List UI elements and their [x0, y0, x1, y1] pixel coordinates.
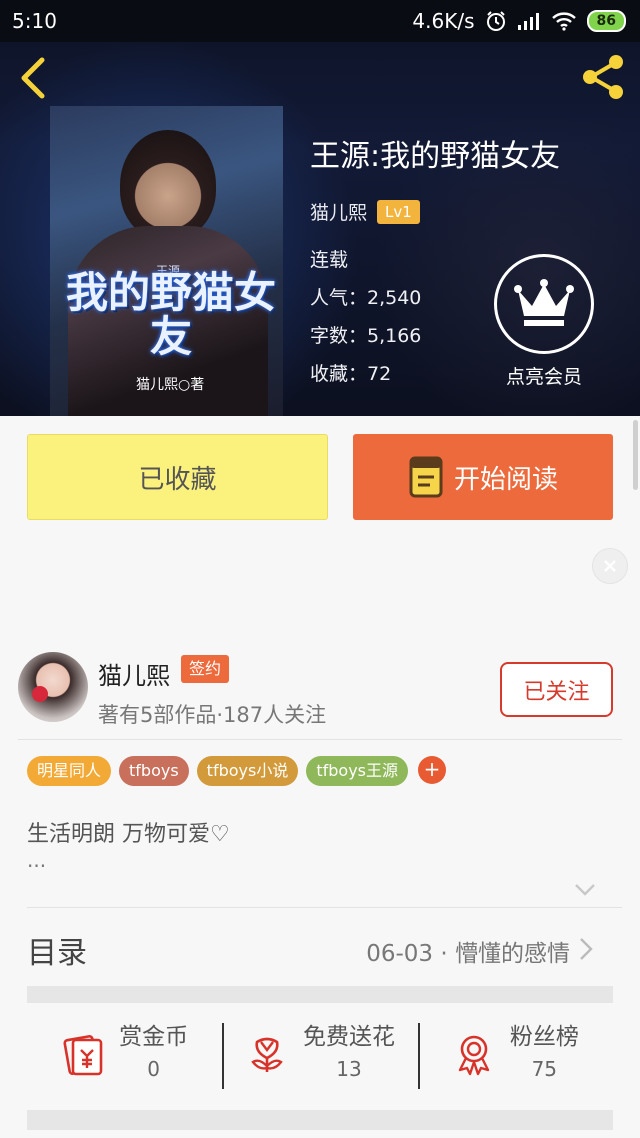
back-button[interactable]: [14, 54, 54, 102]
fan-ranking-stat[interactable]: 粉丝榜 75: [417, 1013, 613, 1095]
cover-author: 猫儿熙○著: [136, 377, 205, 393]
network-speed: 4.6K/s: [412, 9, 475, 33]
book-author-row: 猫儿熙 Lv1: [310, 198, 560, 225]
toc-open-button[interactable]: [578, 936, 594, 962]
close-icon: [604, 560, 616, 572]
author-name[interactable]: 猫儿熙: [98, 656, 170, 691]
start-reading-button[interactable]: 开始阅读: [353, 434, 613, 520]
stat-label: 赏金币: [119, 1024, 189, 1050]
reward-coins-text: 赏金币 0: [119, 1022, 188, 1086]
crown-icon: [514, 279, 574, 326]
book-detail-body: 已收藏 开始阅读 猫儿熙 签约 著有5部作品·187人关注 已关注 明星同人 t…: [0, 416, 640, 1138]
chevron-left-icon: [21, 57, 45, 99]
signal-icon: [517, 13, 539, 30]
medal-icon: [458, 1035, 490, 1076]
author-stats: 著有5部作品·187人关注: [98, 703, 327, 727]
collected-label: 已收藏: [138, 464, 217, 495]
book-icon: [409, 456, 443, 498]
stat-value: 0: [147, 1057, 161, 1081]
tag-item[interactable]: tfboys小说: [196, 756, 299, 786]
stat-value: 13: [336, 1057, 362, 1081]
start-reading-label: 开始阅读: [453, 464, 558, 495]
expand-bio-button[interactable]: [574, 882, 596, 896]
send-flowers-text: 免费送花 13: [303, 1022, 395, 1086]
tag-item[interactable]: 明星同人: [27, 756, 112, 786]
flower-icon: [251, 1037, 283, 1072]
add-tag-button[interactable]: +: [418, 756, 447, 784]
stat-label: 粉丝榜: [509, 1024, 579, 1050]
collected-button[interactable]: 已收藏: [27, 434, 328, 520]
vip-circle: [494, 254, 594, 354]
stat-value: 75: [531, 1057, 558, 1081]
toc-latest-chapter[interactable]: 06-03 · 懵懂的感情: [366, 934, 570, 968]
chevron-right-icon: [580, 938, 593, 960]
tag-list: 明星同人 tfboys tfboys小说 tfboys王源 +: [27, 756, 447, 786]
reader-stats: 赏金币 0 免费送花 13 粉丝榜 75: [27, 1013, 613, 1095]
signed-badge: 签约: [181, 655, 230, 683]
tag-item[interactable]: tfboys王源: [306, 756, 409, 786]
book-header: 5:10 4.6K/s 86 王源 我的野猫女友 猫儿熙○著 王源:我的野猫女友…: [0, 0, 640, 416]
share-button[interactable]: [578, 52, 628, 102]
author-avatar[interactable]: [18, 652, 88, 722]
vip-button[interactable]: 点亮会员: [494, 254, 594, 389]
cover-title: 我的野猫女友: [66, 268, 277, 361]
alarm-icon: [486, 11, 505, 31]
book-cover[interactable]: 王源 我的野猫女友 猫儿熙○著: [50, 106, 283, 416]
follow-button[interactable]: 已关注: [500, 662, 613, 717]
section-separator: [27, 986, 613, 1003]
tag-item[interactable]: tfboys: [119, 756, 189, 786]
cover-figure-head: [120, 130, 216, 240]
send-flowers-stat[interactable]: 免费送花 13: [222, 1013, 417, 1095]
stat-label: 免费送花: [302, 1024, 395, 1050]
bio-ellipsis: ...: [27, 848, 47, 872]
divider: [27, 907, 622, 908]
level-badge: Lv1: [377, 199, 420, 224]
fan-ranking-text: 粉丝榜 75: [510, 1022, 579, 1086]
share-icon: [583, 55, 623, 99]
close-button[interactable]: [592, 548, 628, 584]
wifi-icon: [551, 12, 576, 31]
vip-label: 点亮会员: [505, 366, 582, 388]
avatar-rose: [32, 686, 48, 702]
red-envelope-icon: [63, 1035, 103, 1076]
section-separator: [27, 1110, 613, 1130]
divider: [18, 739, 622, 740]
book-title: 王源:我的野猫女友: [310, 139, 561, 174]
author-bio: 生活明朗 万物可爱♡: [27, 822, 230, 847]
status-time: 5:10: [12, 9, 57, 33]
scrollbar[interactable]: [633, 420, 638, 490]
book-author[interactable]: 猫儿熙: [310, 198, 367, 225]
status-bar: 5:10 4.6K/s 86: [0, 0, 640, 42]
chevron-down-icon: [575, 884, 595, 896]
battery-indicator: 86: [586, 10, 626, 32]
status-icons: 4.6K/s 86: [412, 9, 626, 33]
toc-label[interactable]: 目录: [27, 928, 87, 972]
follow-label: 已关注: [523, 679, 590, 705]
reward-coins-stat[interactable]: 赏金币 0: [27, 1013, 222, 1095]
